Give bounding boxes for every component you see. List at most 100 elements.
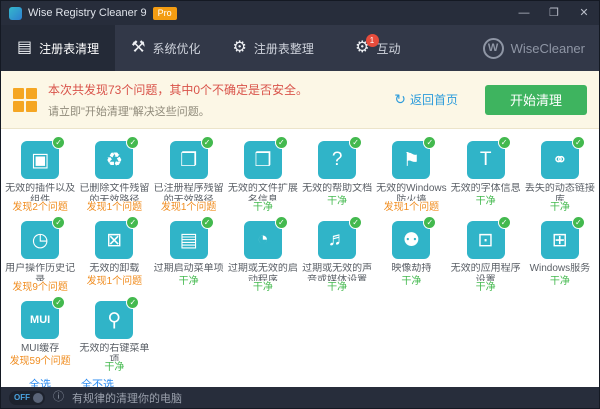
check-icon[interactable]: ✓	[52, 296, 65, 309]
check-icon[interactable]: ✓	[498, 136, 511, 149]
wisecleaner-logo-icon: W	[483, 38, 504, 59]
item-label: 无效的字体信息	[450, 183, 522, 195]
item-label: 已注册程序残留的无效路径	[153, 183, 225, 201]
item-app-settings[interactable]: ⊡✓ 无效的应用程序设置 干净	[449, 215, 523, 293]
toggle-knob-icon	[33, 393, 43, 403]
tools-icon: ⚒	[131, 40, 145, 56]
close-button[interactable]: ✕	[569, 1, 599, 25]
check-icon[interactable]: ✓	[52, 216, 65, 229]
item-mui-cache[interactable]: MUI✓ MUI缓存 发现59个问题	[3, 295, 77, 373]
item-file-extensions[interactable]: ❒✓ 无效的文件扩展名信息 干净	[226, 135, 300, 213]
item-image-hijack[interactable]: ⚉✓ 映像劫持 干净	[374, 215, 448, 293]
maximize-button[interactable]: ❐	[539, 1, 569, 25]
item-icon: ?✓	[318, 141, 356, 179]
item-icon: ⚭✓	[541, 141, 579, 179]
tab-registry-defrag[interactable]: ⚙ 注册表整理	[217, 25, 330, 71]
item-expired-start-menu[interactable]: ▤✓ 过期启动菜单项 干净	[152, 215, 226, 293]
grid-icon	[13, 88, 37, 112]
issues-found-text: 本次共发现73个问题，其中0个不确定是否安全。	[48, 81, 383, 98]
item-missing-dll[interactable]: ⚭✓ 丢失的动态链接库 干净	[523, 135, 597, 213]
check-icon[interactable]: ✓	[275, 136, 288, 149]
check-icon[interactable]: ✓	[423, 216, 436, 229]
item-icon: ◔✓	[244, 221, 282, 259]
item-label: Windows服务	[524, 263, 596, 275]
item-label: 无效的卸载	[78, 263, 150, 275]
check-icon[interactable]: ✓	[126, 136, 139, 149]
check-icon[interactable]: ✓	[572, 136, 585, 149]
check-icon[interactable]: ✓	[423, 136, 436, 149]
item-font-info[interactable]: T✓ 无效的字体信息 干净	[449, 135, 523, 213]
item-deleted-file-leftovers[interactable]: ♻✓ 已删除文件残留的无效路径 发现1个问题	[77, 135, 151, 213]
item-status: 发现1个问题	[87, 276, 143, 287]
check-icon[interactable]: ✓	[498, 216, 511, 229]
item-icon: ⚲✓	[95, 301, 133, 339]
item-context-menu[interactable]: ⚲✓ 无效的右键菜单项 干净	[77, 295, 151, 373]
item-registered-program-leftovers[interactable]: ❐✓ 已注册程序残留的无效路径 发现1个问题	[152, 135, 226, 213]
schedule-toggle[interactable]: OFF	[9, 391, 45, 405]
item-status: 干净	[550, 202, 570, 213]
tab-registry-cleanup[interactable]: ▤ 注册表清理	[1, 25, 115, 71]
item-icon: ▤✓	[170, 221, 208, 259]
tab-label: 注册表清理	[39, 40, 99, 57]
item-invalid-startup[interactable]: ◔✓ 过期或无效的启动程序 干净	[226, 215, 300, 293]
item-help-docs[interactable]: ?✓ 无效的帮助文档 干净	[300, 135, 374, 213]
item-label: 已删除文件残留的无效路径	[78, 183, 150, 201]
item-icon: ♬✓	[318, 221, 356, 259]
check-icon[interactable]: ✓	[349, 216, 362, 229]
item-icon: ⚉✓	[392, 221, 430, 259]
tab-label: 注册表整理	[254, 40, 314, 57]
tab-label: 互动	[377, 40, 401, 57]
item-status: 干净	[476, 282, 496, 293]
item-icon: ⊡✓	[467, 221, 505, 259]
select-none-link[interactable]: 全不选	[81, 376, 114, 387]
item-label: MUI缓存	[4, 343, 76, 355]
check-icon[interactable]: ✓	[126, 216, 139, 229]
item-label: 映像劫持	[375, 263, 447, 275]
wisecleaner-brand[interactable]: W WiseCleaner	[483, 25, 599, 71]
item-label: 丢失的动态链接库	[524, 183, 596, 201]
item-label: 过期或无效的启动程序	[227, 263, 299, 281]
item-icon: MUI✓	[21, 301, 59, 339]
check-icon[interactable]: ✓	[126, 296, 139, 309]
item-status: 发现9个问题	[12, 282, 68, 293]
check-icon[interactable]: ✓	[349, 136, 362, 149]
item-invalid-plugins[interactable]: ▣✓ 无效的插件以及组件 发现2个问题	[3, 135, 77, 213]
status-bar: OFF ⓘ 有规律的清理你的电脑	[1, 387, 599, 408]
check-icon[interactable]: ✓	[52, 136, 65, 149]
item-icon: T✓	[467, 141, 505, 179]
start-clean-button[interactable]: 开始清理	[485, 85, 587, 115]
item-status: 干净	[104, 362, 124, 373]
item-status: 发现1个问题	[161, 202, 217, 213]
item-icon: ▣✓	[21, 141, 59, 179]
item-label: 无效的文件扩展名信息	[227, 183, 299, 201]
check-icon[interactable]: ✓	[201, 216, 214, 229]
item-invalid-uninstall[interactable]: ⊠✓ 无效的卸载 发现1个问题	[77, 215, 151, 293]
check-icon[interactable]: ✓	[572, 216, 585, 229]
item-windows-firewall[interactable]: ⚑✓ 无效的Windows防火墙 发现1个问题	[374, 135, 448, 213]
select-all-link[interactable]: 全选	[29, 376, 51, 387]
item-status: 发现59个问题	[10, 356, 71, 367]
check-icon[interactable]: ✓	[275, 216, 288, 229]
item-status: 干净	[327, 196, 347, 207]
tab-system-tuneup[interactable]: ⚒ 系统优化	[115, 25, 216, 71]
item-status: 干净	[179, 276, 199, 287]
main-content: ▣✓ 无效的插件以及组件 发现2个问题 ♻✓ 已删除文件残留的无效路径 发现1个…	[1, 129, 599, 387]
tab-label: 系统优化	[152, 40, 200, 57]
check-icon[interactable]: ✓	[201, 136, 214, 149]
notification-badge: 1	[366, 34, 379, 47]
item-user-history[interactable]: ◷✓ 用户操作历史记录 发现9个问题	[3, 215, 77, 293]
item-status: 干净	[401, 276, 421, 287]
item-windows-services[interactable]: ⊞✓ Windows服务 干净	[523, 215, 597, 293]
category-grid: ▣✓ 无效的插件以及组件 发现2个问题 ♻✓ 已删除文件残留的无效路径 发现1个…	[3, 135, 597, 373]
item-sound-media[interactable]: ♬✓ 过期或无效的声音或媒体设置 干净	[300, 215, 374, 293]
app-logo-icon	[9, 7, 22, 20]
tab-community[interactable]: ⚙1 互动	[330, 25, 426, 71]
minimize-button[interactable]: —	[509, 1, 539, 25]
title-bar: Wise Registry Cleaner 9 Pro — ❐ ✕	[1, 1, 599, 25]
item-label: 无效的插件以及组件	[4, 183, 76, 201]
item-status: 干净	[550, 276, 570, 287]
nav-bar: ▤ 注册表清理 ⚒ 系统优化 ⚙ 注册表整理 ⚙1 互动 W WiseClean…	[1, 25, 599, 71]
back-home-link[interactable]: ↻ 返回首页	[394, 91, 458, 108]
back-home-label: 返回首页	[410, 91, 458, 108]
scan-summary-bar: 本次共发现73个问题，其中0个不确定是否安全。 请立即"开始清理"解决这些问题。…	[1, 71, 599, 129]
